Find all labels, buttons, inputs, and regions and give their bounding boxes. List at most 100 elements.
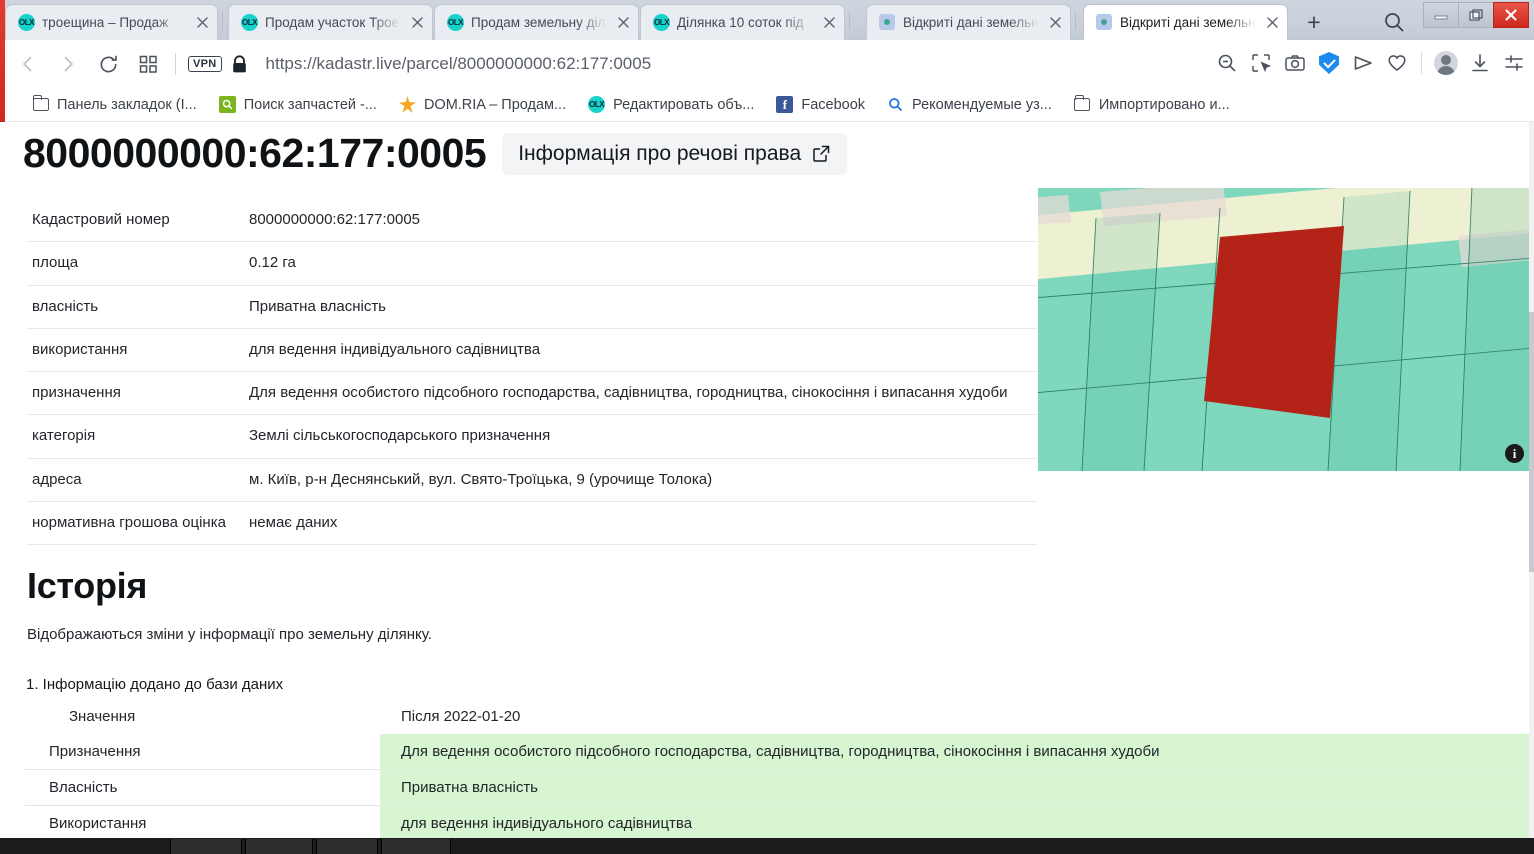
browser-tab-1[interactable]: OLX троещина – Продаж	[5, 4, 218, 40]
info-key: адреса	[32, 470, 82, 488]
tab-close-icon[interactable]	[193, 14, 211, 32]
lock-icon[interactable]	[231, 54, 248, 74]
info-key: призначення	[32, 384, 121, 401]
map-parcels-svg	[1038, 188, 1534, 471]
bookmark-item[interactable]: Импортировано и...	[1063, 92, 1241, 118]
olx-icon: OLX	[18, 14, 35, 31]
browser-tab-6[interactable]: Відкриті дані земельн	[1083, 4, 1288, 40]
bookmark-item[interactable]: Поиск запчастей -...	[208, 92, 388, 118]
browser-tab-title: Відкриті дані земельн	[1120, 15, 1256, 30]
kadastr-icon	[879, 14, 896, 31]
table-row: адреса м. Київ, р-н Деснянський, вул. Свя…	[27, 458, 1037, 502]
table-row: Власність Приватна власність	[25, 769, 1529, 806]
info-value: немає даних	[249, 513, 338, 531]
table-row: нормативна грошова оцінка немає даних	[27, 501, 1037, 545]
page-scrollbar[interactable]	[1529, 122, 1534, 838]
browser-tab-5[interactable]: Відкриті дані земельн	[866, 4, 1071, 40]
browser-tab-title: троещина – Продаж	[42, 15, 169, 30]
bookmark-item[interactable]: Панель закладок (I...	[21, 92, 208, 118]
info-key: власність	[32, 297, 99, 315]
olx-icon: OLX	[447, 14, 464, 31]
window-search-icon[interactable]	[1382, 10, 1406, 34]
bookmark-item[interactable]: OLX Редактировать объ...	[577, 92, 765, 118]
bookmark-label: Панель закладок (I...	[57, 96, 197, 113]
profile-avatar-icon[interactable]	[1430, 47, 1462, 79]
map-info-button[interactable]: i	[1505, 444, 1524, 463]
table-row: Використання для ведення індивідуального …	[25, 805, 1529, 838]
heart-icon[interactable]	[1381, 47, 1413, 79]
browser-toolbar-icons	[1211, 47, 1530, 79]
domria-icon	[398, 96, 416, 113]
avatar	[1434, 51, 1458, 75]
browser-tab-title: Ділянка 10 соток під	[677, 15, 804, 30]
back-icon[interactable]	[11, 47, 45, 81]
toolbar-divider	[1421, 52, 1422, 74]
green-search-icon	[218, 96, 236, 113]
bookmark-label: Facebook	[801, 96, 866, 113]
info-key: площа	[32, 254, 79, 272]
forward-icon[interactable]	[51, 47, 85, 81]
history-value: Приватна власність	[380, 769, 1529, 806]
facebook-icon: f	[776, 96, 794, 113]
bookmark-item[interactable]: f Facebook	[765, 92, 876, 118]
taskbar-item[interactable]	[381, 839, 451, 854]
bookmark-item[interactable]: DOM.RIA – Продам...	[388, 92, 577, 118]
taskbar-item[interactable]	[316, 839, 378, 854]
olx-icon: OLX	[241, 14, 258, 31]
apps-grid-icon[interactable]	[131, 47, 165, 81]
search-icon	[887, 96, 904, 113]
bookmark-label: Импортировано и...	[1098, 96, 1230, 113]
info-value: 0.12 га	[249, 254, 296, 272]
browser-tab-2[interactable]: OLX Продам участок Трое	[228, 4, 433, 40]
window-close-button[interactable]	[1493, 2, 1529, 28]
page-scrollbar-thumb[interactable]	[1529, 312, 1534, 572]
history-header-value: Після 2022-01-20	[401, 708, 521, 725]
screenshot-region-icon[interactable]	[1245, 47, 1277, 79]
send-icon[interactable]	[1347, 47, 1379, 79]
history-table: Значення Після 2022-01-20 Призначення Для в…	[25, 699, 1529, 838]
tab-close-icon[interactable]	[820, 14, 838, 32]
table-row: використання для ведення індивідуального …	[27, 328, 1037, 372]
taskbar-item[interactable]	[245, 839, 313, 854]
shield-check-icon[interactable]	[1313, 47, 1345, 79]
browser-tab-strip: OLX троещина – Продаж OLX Продам участок Тр…	[0, 0, 1534, 40]
window-minimize-button[interactable]	[1423, 2, 1459, 28]
history-value: для ведення індивідуального садівництва	[380, 805, 1529, 838]
bookmark-item[interactable]: Рекомендуемые уз...	[876, 92, 1063, 118]
downloads-icon[interactable]	[1464, 47, 1496, 79]
info-value: м. Київ, р-н Деснянський, вул. Свято-Тро…	[249, 470, 713, 488]
tab-separator	[849, 12, 850, 30]
kadastr-icon	[1096, 14, 1113, 31]
tab-close-icon[interactable]	[1263, 14, 1281, 32]
new-tab-button[interactable]: +	[1300, 8, 1328, 36]
window-maximize-button[interactable]	[1458, 2, 1494, 28]
taskbar-item[interactable]	[170, 839, 242, 854]
property-rights-button[interactable]: Інформація про речові права	[502, 132, 848, 175]
history-entry-title: 1. Інформацію додано до бази даних	[26, 676, 284, 693]
tab-separator	[1075, 12, 1076, 30]
window-controls	[1423, 2, 1532, 28]
tab-close-icon[interactable]	[614, 14, 632, 32]
page-header: 8000000000:62:177:0005 Інформація про ре…	[5, 122, 1529, 177]
info-value: Приватна власність	[249, 297, 386, 315]
folder-icon	[1074, 95, 1091, 113]
tab-close-icon[interactable]	[1046, 14, 1064, 32]
browser-tab-4[interactable]: OLX Ділянка 10 соток під	[640, 4, 845, 40]
tab-close-icon[interactable]	[408, 14, 426, 32]
external-link-icon	[812, 144, 831, 163]
vpn-badge[interactable]: VPN	[188, 56, 222, 72]
info-value: 8000000000:62:177:0005	[249, 211, 421, 228]
reload-icon[interactable]	[91, 47, 125, 81]
zoom-out-icon[interactable]	[1211, 47, 1243, 79]
browser-tab-3[interactable]: OLX Продам земельну діл	[434, 4, 639, 40]
history-key: Використання	[25, 805, 380, 838]
history-section: Історія Відображаються зміни у інформаці…	[5, 545, 1529, 643]
info-value: для ведення індивідуального садівництва	[249, 340, 541, 358]
camera-icon[interactable]	[1279, 47, 1311, 79]
olx-icon: OLX	[588, 96, 606, 113]
address-bar-url[interactable]: https://kadastr.live/parcel/8000000000:6…	[266, 54, 652, 74]
nav-divider	[175, 53, 176, 75]
menu-settings-icon[interactable]	[1498, 47, 1530, 79]
cadastral-map[interactable]: Свято-Троїцька вулиця i	[1038, 188, 1534, 471]
os-taskbar	[0, 838, 1534, 854]
